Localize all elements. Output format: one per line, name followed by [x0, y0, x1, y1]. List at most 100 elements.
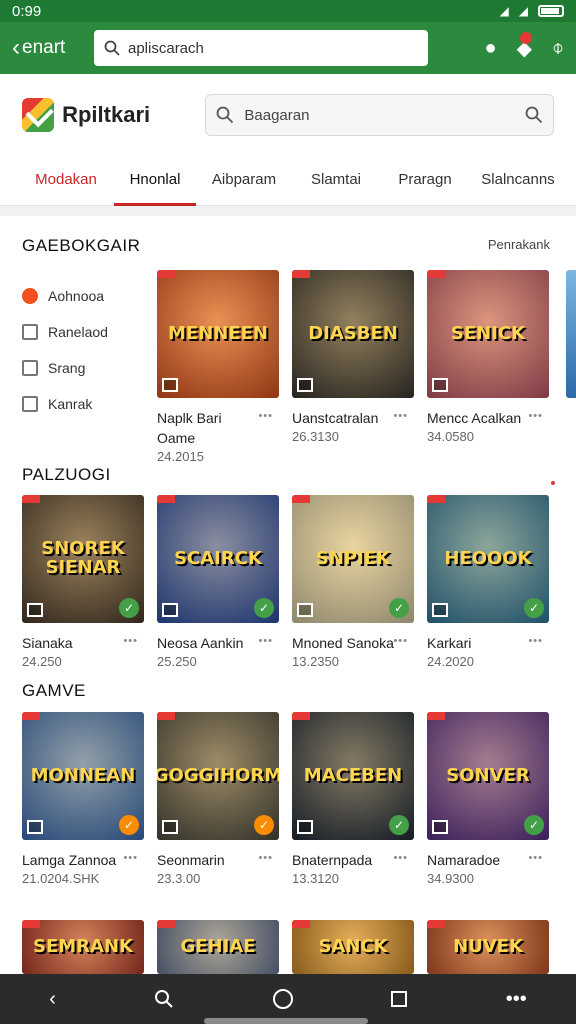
tab-slamtai[interactable]: Slamtai — [292, 156, 380, 206]
rating-icon — [297, 378, 313, 392]
mic-icon[interactable]: ⌽ — [552, 37, 564, 60]
partial-card[interactable] — [566, 270, 576, 398]
category-item[interactable]: Ranelaod — [22, 314, 142, 350]
game-title: Uanstcatralan — [292, 410, 379, 426]
game-art-title: SNPIEK — [315, 547, 391, 569]
game-card[interactable]: SENICK Mencc Acalkan 34.0580 ••• — [427, 270, 549, 444]
game-card[interactable]: MENNEEN Naplk Bari Oame 24.2015 ••• — [157, 270, 279, 464]
category-item[interactable]: Aohnooa — [22, 278, 142, 314]
game-subtitle: 26.3130 — [292, 429, 339, 444]
home-icon[interactable] — [272, 989, 293, 1009]
game-card[interactable]: MACEBEN ✓ Bnaternpada 13.3120 ••• — [292, 712, 414, 886]
account-icon[interactable]: ● — [485, 37, 497, 60]
more-icon[interactable]: ••• — [506, 988, 527, 1011]
tab-hnonlal[interactable]: Hnonlal — [114, 156, 196, 206]
category-tabs: Modakan Hnonlal Aibparam Slamtai Praragn… — [0, 156, 576, 206]
installed-check-icon: ✓ — [524, 598, 544, 618]
game-thumbnail: SEMRANK — [22, 920, 144, 974]
game-art-title: GEHIAE — [180, 935, 256, 957]
more-options-icon[interactable]: ••• — [393, 410, 408, 422]
url-input[interactable]: apliscarach — [94, 30, 428, 66]
search-placeholder: Baagaran — [244, 106, 310, 124]
tab-slalncanns[interactable]: Slalncanns — [470, 156, 566, 206]
search-nav-icon[interactable] — [154, 989, 174, 1009]
game-thumbnail: NUVEK — [427, 920, 549, 974]
game-art-title: SENICK — [450, 322, 526, 344]
game-title: Lamga Zannoa — [22, 852, 117, 868]
rating-icon — [162, 378, 178, 392]
game-thumbnail: MONNEAN ✓ — [22, 712, 144, 840]
game-art-title: MACEBEN — [303, 764, 403, 786]
recents-icon[interactable] — [391, 991, 408, 1007]
search-icon — [104, 40, 120, 56]
more-options-icon[interactable]: ••• — [393, 635, 408, 647]
installed-check-icon: ✓ — [389, 815, 409, 835]
game-title: Neosa Aankin — [157, 635, 244, 651]
game-card[interactable]: SEMRANK — [22, 920, 144, 974]
game-card[interactable]: SNOREK SIENAR ✓ Sianaka 24.250 ••• — [22, 495, 144, 669]
section-title: GAEBOKGAIR — [22, 236, 141, 255]
status-bar: 0:99 ◢ ◢ — [0, 0, 576, 22]
location-icon — [22, 288, 38, 304]
checkbox-icon — [22, 324, 38, 340]
game-art-title: SANCK — [318, 935, 388, 957]
game-thumbnail: SCAIRCK ✓ — [157, 495, 279, 623]
game-card[interactable]: SONVER ✓ Namaradoe 34.9300 ••• — [427, 712, 549, 886]
more-options-icon[interactable]: ••• — [123, 635, 138, 647]
corner-badge — [157, 495, 175, 503]
see-more-link[interactable]: Penrakank — [488, 237, 550, 252]
store-search-input[interactable]: Baagaran — [205, 94, 554, 136]
more-options-icon[interactable]: ••• — [258, 635, 273, 647]
tab-praragn[interactable]: Praragn — [380, 156, 470, 206]
rating-icon — [162, 820, 178, 834]
game-thumbnail: MACEBEN ✓ — [292, 712, 414, 840]
search-submit-icon[interactable] — [525, 106, 543, 124]
installed-check-icon: ✓ — [389, 598, 409, 618]
more-options-icon[interactable]: ••• — [528, 635, 543, 647]
game-card[interactable]: GEHIAE — [157, 920, 279, 974]
game-card[interactable]: GOGGIHORM ✓ Seonmarin 23.3.00 ••• — [157, 712, 279, 886]
game-card[interactable]: HEOOOK ✓ Karkari 24.2020 ••• — [427, 495, 549, 669]
app-header: Rpiltkari Baagaran — [0, 74, 576, 156]
wifi-icon: ◢ — [518, 4, 528, 18]
more-options-icon[interactable]: ••• — [528, 410, 543, 422]
game-card[interactable]: SCAIRCK ✓ Neosa Aankin 25.250 ••• — [157, 495, 279, 669]
game-subtitle: 13.3120 — [292, 871, 339, 886]
game-thumbnail: SONVER ✓ — [427, 712, 549, 840]
game-thumbnail: GEHIAE — [157, 920, 279, 974]
game-thumbnail: HEOOOK ✓ — [427, 495, 549, 623]
game-art-title: SONVER — [446, 764, 530, 786]
rating-icon — [297, 820, 313, 834]
game-card[interactable]: SNPIEK ✓ Mnoned Sanoka 13.2350 ••• — [292, 495, 414, 669]
rating-icon — [27, 603, 43, 617]
more-options-icon[interactable]: ••• — [393, 852, 408, 864]
more-options-icon[interactable]: ••• — [258, 852, 273, 864]
game-art-title: GOGGIHORM — [157, 764, 279, 786]
corner-badge — [157, 270, 175, 278]
indicator-dot — [551, 481, 555, 485]
more-options-icon[interactable]: ••• — [258, 410, 273, 422]
corner-badge — [157, 920, 175, 928]
gesture-pill — [204, 1018, 368, 1024]
game-card[interactable]: NUVEK — [427, 920, 549, 974]
game-art-title: HEOOOK — [444, 547, 532, 569]
rating-icon — [432, 378, 448, 392]
more-options-icon[interactable]: ••• — [528, 852, 543, 864]
game-subtitle: 13.2350 — [292, 654, 339, 669]
section-title: PALZUOGI — [22, 465, 111, 484]
tab-modakan[interactable]: Modakan — [18, 156, 114, 206]
game-card[interactable]: DIASBEN Uanstcatralan 26.3130 ••• — [292, 270, 414, 444]
game-card[interactable]: MONNEAN ✓ Lamga Zannoa 21.0204.SHK ••• — [22, 712, 144, 886]
more-options-icon[interactable]: ••• — [123, 852, 138, 864]
search-icon — [216, 106, 234, 124]
category-item[interactable]: Srang — [22, 350, 142, 386]
back-button[interactable]: ‹ enart — [12, 36, 94, 60]
category-item[interactable]: Kanrak — [22, 386, 142, 422]
game-title: Karkari — [427, 635, 472, 651]
tab-aibparam[interactable]: Aibparam — [196, 156, 292, 206]
back-nav-icon[interactable]: ‹ — [49, 988, 56, 1011]
game-title: Naplk Bari Oame — [157, 410, 222, 446]
game-card[interactable]: SANCK — [292, 920, 414, 974]
game-art-title: DIASBEN — [308, 322, 398, 344]
game-subtitle: 23.3.00 — [157, 871, 201, 886]
